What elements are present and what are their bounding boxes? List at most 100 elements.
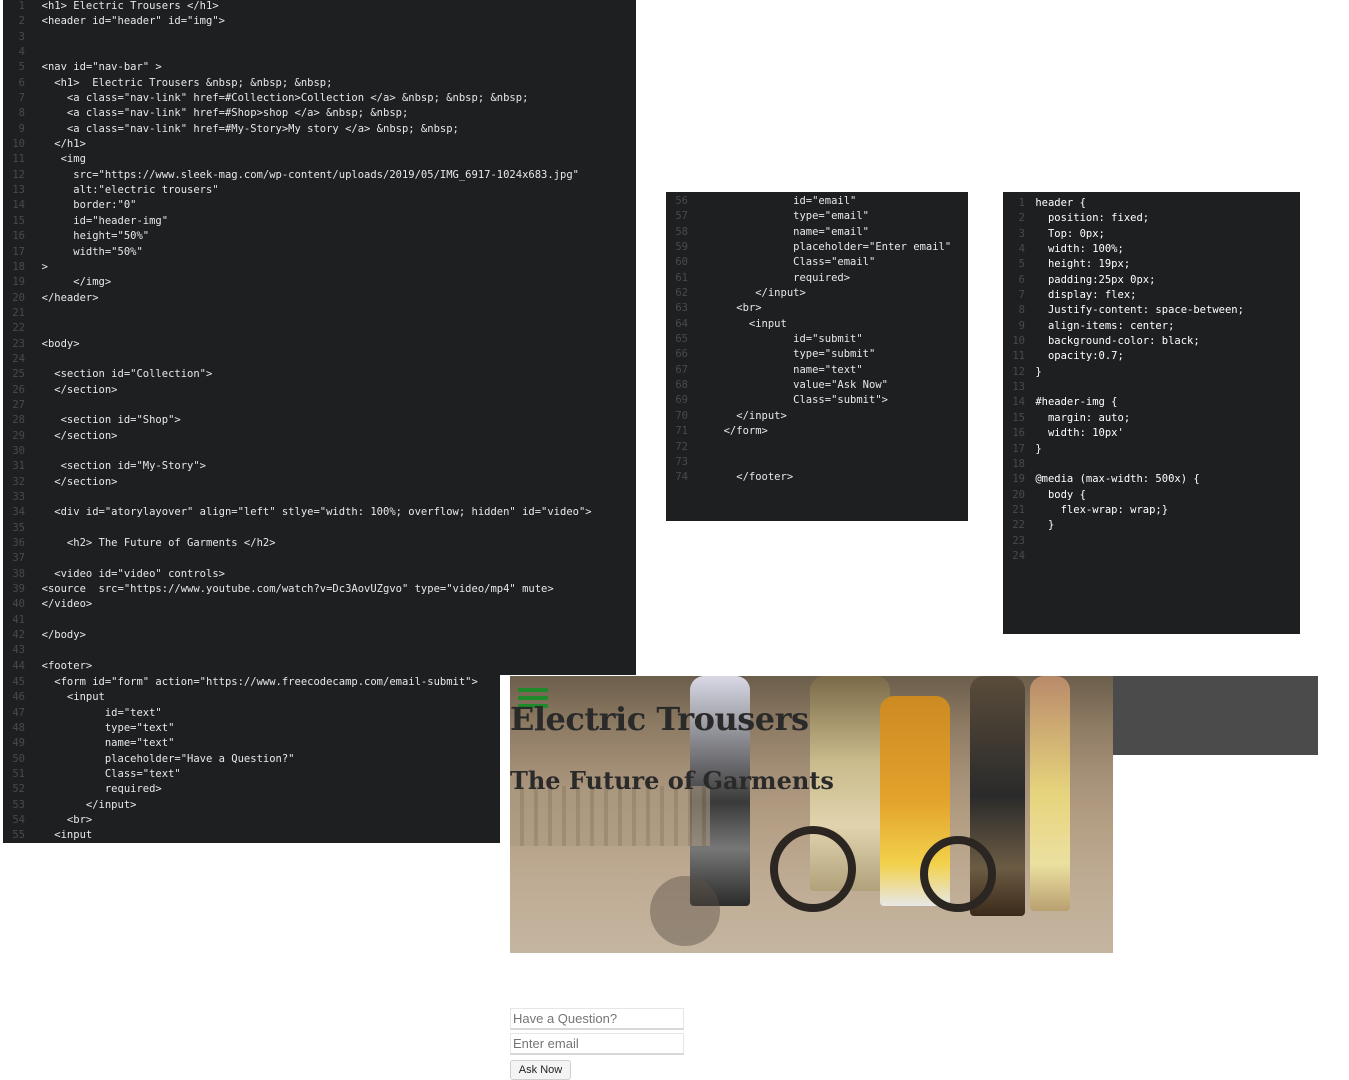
code-line[interactable]: 68 value="Ask Now" xyxy=(666,378,968,393)
code-line[interactable]: 17 } xyxy=(1003,442,1300,457)
code-line[interactable]: 4 xyxy=(3,45,636,60)
code-line[interactable]: 62 </input> xyxy=(666,286,968,301)
code-line[interactable]: 14 border:"0" xyxy=(3,198,636,213)
code-line[interactable]: 24 xyxy=(1003,549,1300,564)
code-line[interactable]: 69 Class="submit"> xyxy=(666,393,968,408)
code-line[interactable]: 58 name="email" xyxy=(666,225,968,240)
code-line[interactable]: 6 padding:25px 0px; xyxy=(1003,273,1300,288)
code-line[interactable]: 20 </header> xyxy=(3,291,636,306)
code-line[interactable]: 2 <header id="header" id="img"> xyxy=(3,14,636,29)
code-line[interactable]: 18 > xyxy=(3,260,636,275)
code-line[interactable]: 23 <body> xyxy=(3,337,636,352)
code-line[interactable]: 43 xyxy=(3,643,636,658)
ask-now-button[interactable]: Ask Now xyxy=(510,1060,571,1080)
code-line[interactable]: 56 id="email" xyxy=(666,194,968,209)
code-line[interactable]: 26 </section> xyxy=(3,383,636,398)
css-code-panel[interactable]: 1 header {2 position: fixed; 3 Top: 0px; 4… xyxy=(1003,192,1300,634)
code-line[interactable]: 22 xyxy=(3,321,636,336)
code-line[interactable]: 31 <section id="My-Story"> xyxy=(3,459,636,474)
code-line[interactable]: 5 <nav id="nav-bar" > xyxy=(3,60,636,75)
code-line[interactable]: 55 <input xyxy=(3,828,500,843)
code-line[interactable]: 30 xyxy=(3,444,636,459)
code-line[interactable]: 44 <footer> xyxy=(3,659,636,674)
code-line[interactable]: 47 id="text" xyxy=(3,706,500,721)
code-line[interactable]: 66 type="submit" xyxy=(666,347,968,362)
code-line[interactable]: 14 #header-img { xyxy=(1003,395,1300,410)
code-line[interactable]: 63 <br> xyxy=(666,301,968,316)
email-input[interactable] xyxy=(510,1033,684,1055)
code-line[interactable]: 23 xyxy=(1003,534,1300,549)
code-line[interactable]: 3 xyxy=(3,30,636,45)
code-line[interactable]: 11 <img xyxy=(3,152,636,167)
code-line[interactable]: 6 <h1> Electric Trousers &nbsp; &nbsp; &… xyxy=(3,76,636,91)
code-line[interactable]: 8 Justify-content: space-between; xyxy=(1003,303,1300,318)
code-line[interactable]: 64 <input xyxy=(666,317,968,332)
code-line[interactable]: 54 <br> xyxy=(3,813,500,828)
code-line[interactable]: 35 xyxy=(3,521,636,536)
code-line[interactable]: 53 </input> xyxy=(3,798,500,813)
code-line[interactable]: 9 align-items: center; xyxy=(1003,319,1300,334)
code-line[interactable]: 16 width: 10px' xyxy=(1003,426,1300,441)
code-line[interactable]: 11 opacity:0.7; xyxy=(1003,349,1300,364)
code-line[interactable]: 21 xyxy=(3,306,636,321)
code-line[interactable]: 15 id="header-img" xyxy=(3,214,636,229)
code-line[interactable]: 34 <div id="atorylayover" align="left" s… xyxy=(3,505,636,520)
code-line[interactable]: 36 <h2> The Future of Garments </h2> xyxy=(3,536,636,551)
code-line[interactable]: 24 xyxy=(3,352,636,367)
footer-code-panel[interactable]: 56 id="email" 57 type="email" 58 name="ema… xyxy=(666,192,968,521)
code-line[interactable]: 4 width: 100%; xyxy=(1003,242,1300,257)
code-line[interactable]: 46 <input xyxy=(3,690,500,705)
code-line[interactable]: 57 type="email" xyxy=(666,209,968,224)
video-play-icon[interactable] xyxy=(650,876,720,946)
html-code-panel-continued[interactable]: 45 <form id="form" action="https://www.f… xyxy=(3,675,500,843)
code-line[interactable]: 51 Class="text" xyxy=(3,767,500,782)
code-line[interactable]: 60 Class="email" xyxy=(666,255,968,270)
code-line[interactable]: 74 </footer> xyxy=(666,470,968,485)
code-line[interactable]: 50 placeholder="Have a Question?" xyxy=(3,752,500,767)
code-line[interactable]: 27 xyxy=(3,398,636,413)
code-line[interactable]: 67 name="text" xyxy=(666,363,968,378)
code-line[interactable]: 25 <section id="Collection"> xyxy=(3,367,636,382)
code-line[interactable]: 32 </section> xyxy=(3,475,636,490)
code-line[interactable]: 40 </video> xyxy=(3,597,636,612)
code-line[interactable]: 29 </section> xyxy=(3,429,636,444)
code-line[interactable]: 49 name="text" xyxy=(3,736,500,751)
code-line[interactable]: 61 required> xyxy=(666,271,968,286)
code-line[interactable]: 5 height: 19px; xyxy=(1003,257,1300,272)
code-line[interactable]: 38 <video id="video" controls> xyxy=(3,567,636,582)
code-line[interactable]: 70 </input> xyxy=(666,409,968,424)
code-line[interactable]: 22 } xyxy=(1003,518,1300,533)
code-line[interactable]: 8 <a class="nav-link" href=#Shop>shop </… xyxy=(3,106,636,121)
question-input[interactable] xyxy=(510,1008,684,1030)
code-line[interactable]: 10 background-color: black; xyxy=(1003,334,1300,349)
code-line[interactable]: 65 id="submit" xyxy=(666,332,968,347)
code-line[interactable]: 71 </form> xyxy=(666,424,968,439)
code-line[interactable]: 2 position: fixed; xyxy=(1003,211,1300,226)
code-line[interactable]: 3 Top: 0px; xyxy=(1003,227,1300,242)
code-line[interactable]: 73 xyxy=(666,455,968,470)
code-line[interactable]: 52 required> xyxy=(3,782,500,797)
code-line[interactable]: 42 </body> xyxy=(3,628,636,643)
code-line[interactable]: 1 header { xyxy=(1003,196,1300,211)
html-code-panel[interactable]: 1 <h1> Electric Trousers </h1> 2 <header … xyxy=(3,0,636,675)
code-line[interactable]: 20 body { xyxy=(1003,488,1300,503)
code-line[interactable]: 41 xyxy=(3,613,636,628)
code-line[interactable]: 37 xyxy=(3,551,636,566)
code-line[interactable]: 13 xyxy=(1003,380,1300,395)
code-line[interactable]: 19 </img> xyxy=(3,275,636,290)
code-line[interactable]: 18 xyxy=(1003,457,1300,472)
code-line[interactable]: 15 margin: auto; xyxy=(1003,411,1300,426)
code-line[interactable]: 16 height="50%" xyxy=(3,229,636,244)
code-line[interactable]: 39 <source src="https://www.youtube.com/… xyxy=(3,582,636,597)
code-line[interactable]: 7 <a class="nav-link" href=#Collection>C… xyxy=(3,91,636,106)
code-line[interactable]: 21 flex-wrap: wrap;} xyxy=(1003,503,1300,518)
code-line[interactable]: 12 src="https://www.sleek-mag.com/wp-con… xyxy=(3,168,636,183)
code-line[interactable]: 12 } xyxy=(1003,365,1300,380)
code-line[interactable]: 28 <section id="Shop"> xyxy=(3,413,636,428)
code-line[interactable]: 33 xyxy=(3,490,636,505)
code-line[interactable]: 10 </h1> xyxy=(3,137,636,152)
code-line[interactable]: 72 xyxy=(666,440,968,455)
code-line[interactable]: 17 width="50%" xyxy=(3,245,636,260)
code-line[interactable]: 9 <a class="nav-link" href=#My-Story>My … xyxy=(3,122,636,137)
code-line[interactable]: 45 <form id="form" action="https://www.f… xyxy=(3,675,500,690)
